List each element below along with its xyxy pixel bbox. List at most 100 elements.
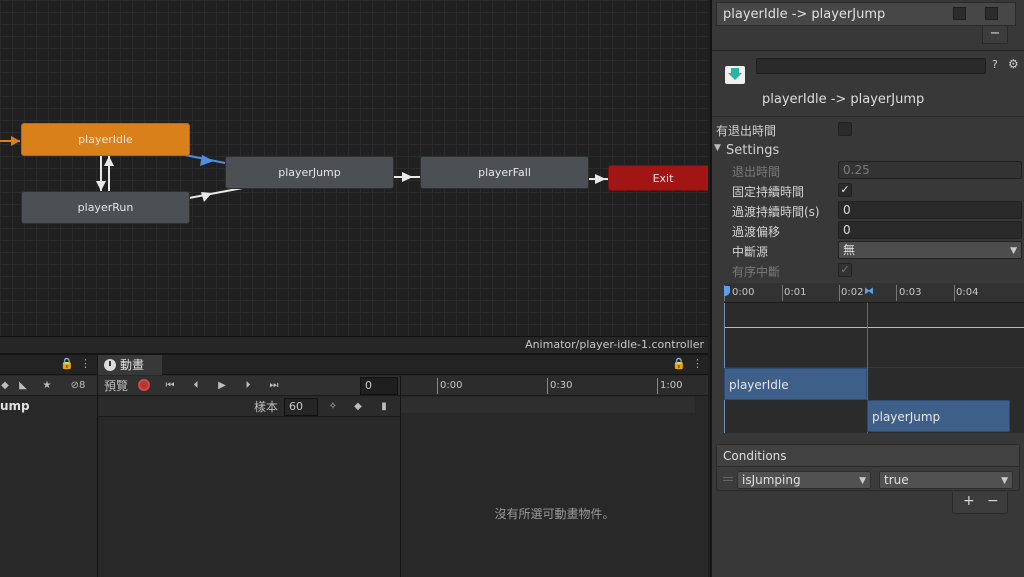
playhead-marker-icon[interactable] — [724, 286, 730, 296]
help-icon[interactable]: ? — [992, 58, 998, 71]
tag-icon[interactable]: ◆ — [0, 378, 10, 394]
hierarchy-selected-item[interactable]: ump — [0, 399, 30, 413]
ruler-tick-label: 0:02 — [841, 287, 864, 298]
interruption-source-label: 中斷源 — [732, 245, 769, 259]
state-node-run[interactable]: playerRun — [21, 191, 190, 224]
hierarchy-tabstrip: 🔒 ⋮ — [0, 355, 97, 375]
entry-arrow-icon — [11, 136, 20, 146]
state-node-label: playerJump — [278, 166, 341, 179]
visibility-count[interactable]: ⊘8 — [62, 378, 94, 394]
state-node-label: playerRun — [77, 201, 134, 214]
transition-duration-field[interactable]: 0 — [838, 201, 1022, 219]
condition-parameter-value: isJumping — [742, 473, 801, 487]
lock-icon[interactable]: 🔒 — [60, 357, 74, 370]
frame-field[interactable]: 0 — [360, 377, 398, 395]
ordered-interruption-label: 有序中斷 — [732, 265, 781, 279]
jump-fall-arrow-icon — [402, 172, 413, 182]
chevron-down-icon: ▼ — [1001, 476, 1008, 486]
star-icon[interactable]: ★ — [38, 378, 56, 394]
condition-value: true — [884, 473, 909, 487]
tab-animation[interactable]: 動畫 — [98, 355, 162, 375]
transition-list-item[interactable]: playerIdle -> playerJump — [716, 2, 1016, 26]
has-exit-time-label: 有退出時間 — [716, 124, 777, 138]
transition-offset-label: 過渡偏移 — [732, 225, 781, 239]
ruler-tick-label: 1:00 — [660, 380, 683, 391]
state-node-label: playerFall — [478, 166, 531, 179]
ordered-interruption-checkbox[interactable]: ✓ — [838, 263, 852, 277]
add-condition-button[interactable]: + — [963, 493, 975, 509]
kebab-menu-icon[interactable]: ⋮ — [80, 357, 91, 370]
next-keyframe-icon[interactable]: ⏵ — [240, 378, 256, 394]
empty-animation-message: 沒有所選可動畫物件。 — [494, 507, 615, 521]
condition-parameter-dropdown[interactable]: isJumping ▼ — [737, 471, 871, 489]
state-node-label: Exit — [652, 171, 674, 185]
keyframe-diamond-icon[interactable]: ◆ — [350, 399, 366, 415]
fixed-duration-label: 固定持續時間 — [732, 185, 805, 199]
lock-icon[interactable]: 🔒 — [672, 357, 686, 370]
state-node-idle[interactable]: playerIdle — [21, 123, 190, 156]
clock-icon — [104, 359, 116, 371]
state-node-label: playerIdle — [78, 133, 133, 146]
down-arrow-icon — [96, 181, 106, 191]
remove-transition-button[interactable]: − — [982, 26, 1008, 44]
animation-toolbar: 預覽 ⏮ ⏴ ▶ ⏵ ⏭ 0 — [98, 376, 400, 396]
state-node-jump[interactable]: playerJump — [225, 156, 394, 189]
state-node-fall[interactable]: playerFall — [420, 156, 589, 189]
transition-end-marker-icon[interactable]: ⧓ — [864, 286, 874, 297]
tab-animation-label: 動畫 — [120, 358, 145, 372]
remove-condition-button[interactable]: − — [987, 493, 999, 509]
condition-value-dropdown[interactable]: true ▼ — [879, 471, 1013, 489]
has-exit-time-checkbox[interactable] — [838, 122, 852, 136]
last-keyframe-icon[interactable]: ⏭ — [266, 378, 282, 394]
play-icon[interactable]: ▶ — [214, 378, 230, 394]
add-event-icon[interactable]: ▮ — [376, 399, 392, 415]
transition-name-field[interactable] — [756, 58, 986, 74]
exit-time-label: 退出時間 — [732, 165, 781, 179]
animation-timeline-ruler[interactable]: 0:00 0:30 1:00 — [401, 376, 708, 396]
conditions-panel: Conditions isJumping ▼ true ▼ — [716, 444, 1020, 491]
samples-field[interactable]: 60 — [284, 398, 318, 416]
add-keyframe-icon[interactable]: ✧ — [326, 399, 340, 415]
controller-path: Animator/player-idle-1.controller — [525, 338, 704, 351]
condition-list-footer: + − — [952, 492, 1008, 514]
transition-curve-line — [724, 327, 1024, 328]
divider — [712, 116, 1024, 117]
interruption-source-dropdown[interactable]: 無 ▼ — [838, 241, 1022, 259]
solo-checkbox[interactable] — [985, 7, 998, 20]
mute-checkbox[interactable] — [953, 7, 966, 20]
transition-list-label: playerIdle -> playerJump — [723, 7, 886, 22]
ruler-tick-label: 0:04 — [956, 287, 979, 298]
state-node-exit[interactable]: Exit — [608, 165, 708, 191]
drag-handle-icon[interactable] — [723, 477, 733, 481]
settings-foldout-label[interactable]: Settings — [726, 143, 779, 158]
run-jump-arrow-icon — [201, 192, 212, 202]
prev-keyframe-icon[interactable]: ⏴ — [188, 378, 204, 394]
samples-label: 樣本 — [253, 400, 278, 414]
transition-offset-field[interactable]: 0 — [838, 221, 1022, 239]
kebab-menu-icon[interactable]: ⋮ — [692, 357, 703, 370]
label-icon[interactable]: ◣ — [14, 378, 32, 394]
divider — [712, 50, 1024, 51]
settings-foldout-arrow-icon[interactable]: ▼ — [714, 143, 721, 153]
target-state-bar[interactable]: playerJump — [867, 400, 1010, 432]
animator-graph[interactable]: playerIdle playerRun playerJump playerFa… — [0, 0, 708, 353]
ruler-tick-label: 0:03 — [899, 287, 922, 298]
gear-icon[interactable]: ⚙ — [1008, 57, 1019, 71]
ruler-tick-label: 0:00 — [732, 287, 755, 298]
selected-arrow-icon — [200, 155, 214, 166]
hierarchy-toolbar: ◆ ◣ ★ ⊘8 — [0, 376, 97, 396]
animation-subtoolbar: 樣本 60 ✧ ◆ ▮ — [98, 397, 400, 417]
fall-exit-arrow-icon — [595, 174, 606, 184]
event-track[interactable] — [401, 397, 695, 413]
animation-tabstrip: 動畫 🔒 ⋮ — [98, 355, 708, 375]
timeline-ruler[interactable]: 0:00 0:01 0:02 0:03 0:04 ⧓ — [724, 283, 1024, 303]
fixed-duration-checkbox[interactable]: ✓ — [838, 183, 852, 197]
ruler-tick-label: 0:01 — [784, 287, 807, 298]
first-keyframe-icon[interactable]: ⏮ — [162, 378, 178, 394]
exit-time-field[interactable]: 0.25 — [838, 161, 1022, 179]
record-button[interactable] — [136, 378, 152, 394]
preview-button[interactable]: 預覽 — [102, 378, 130, 394]
transition-timeline[interactable]: 0:00 0:01 0:02 0:03 0:04 ⧓ playerIdle pl… — [724, 283, 1024, 433]
source-state-bar[interactable]: playerIdle — [724, 368, 867, 400]
transition-title: playerIdle -> playerJump — [762, 92, 925, 107]
